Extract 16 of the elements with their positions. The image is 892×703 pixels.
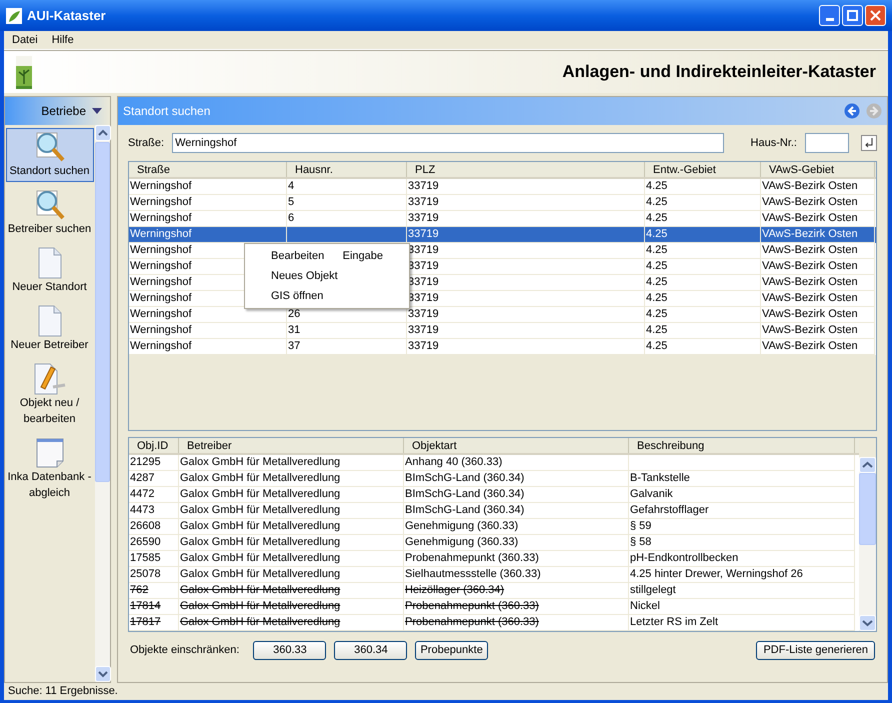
table-cell: VAwS-Bezirk Osten (761, 339, 875, 355)
filter-label: Objekte einschränken: (130, 642, 240, 658)
table-cell: 33719 (407, 339, 645, 355)
table-cell: 37 (287, 339, 407, 355)
status-text: Suche: 11 Ergebnisse. (7, 684, 119, 700)
field-label: Haus-Nr.: (750, 136, 797, 151)
field-label: Straße: (128, 136, 164, 151)
panel-title: Standort suchen (123, 103, 210, 120)
table-cell: Galox GmbH für Metallveredlung (179, 615, 404, 631)
application-title: Anlagen- und Indirekteinleiter-Kataster (562, 61, 876, 84)
table-cell: Probenahmepunkt (360.33) (404, 615, 629, 631)
table-cell: 4.25 (645, 339, 761, 355)
table-cell: 17817 (129, 615, 179, 631)
table-cell: Werningshof (129, 339, 287, 355)
window-title: AUI-Kataster (27, 6, 106, 25)
table-cell: Letzter RS im Zelt (629, 615, 855, 631)
